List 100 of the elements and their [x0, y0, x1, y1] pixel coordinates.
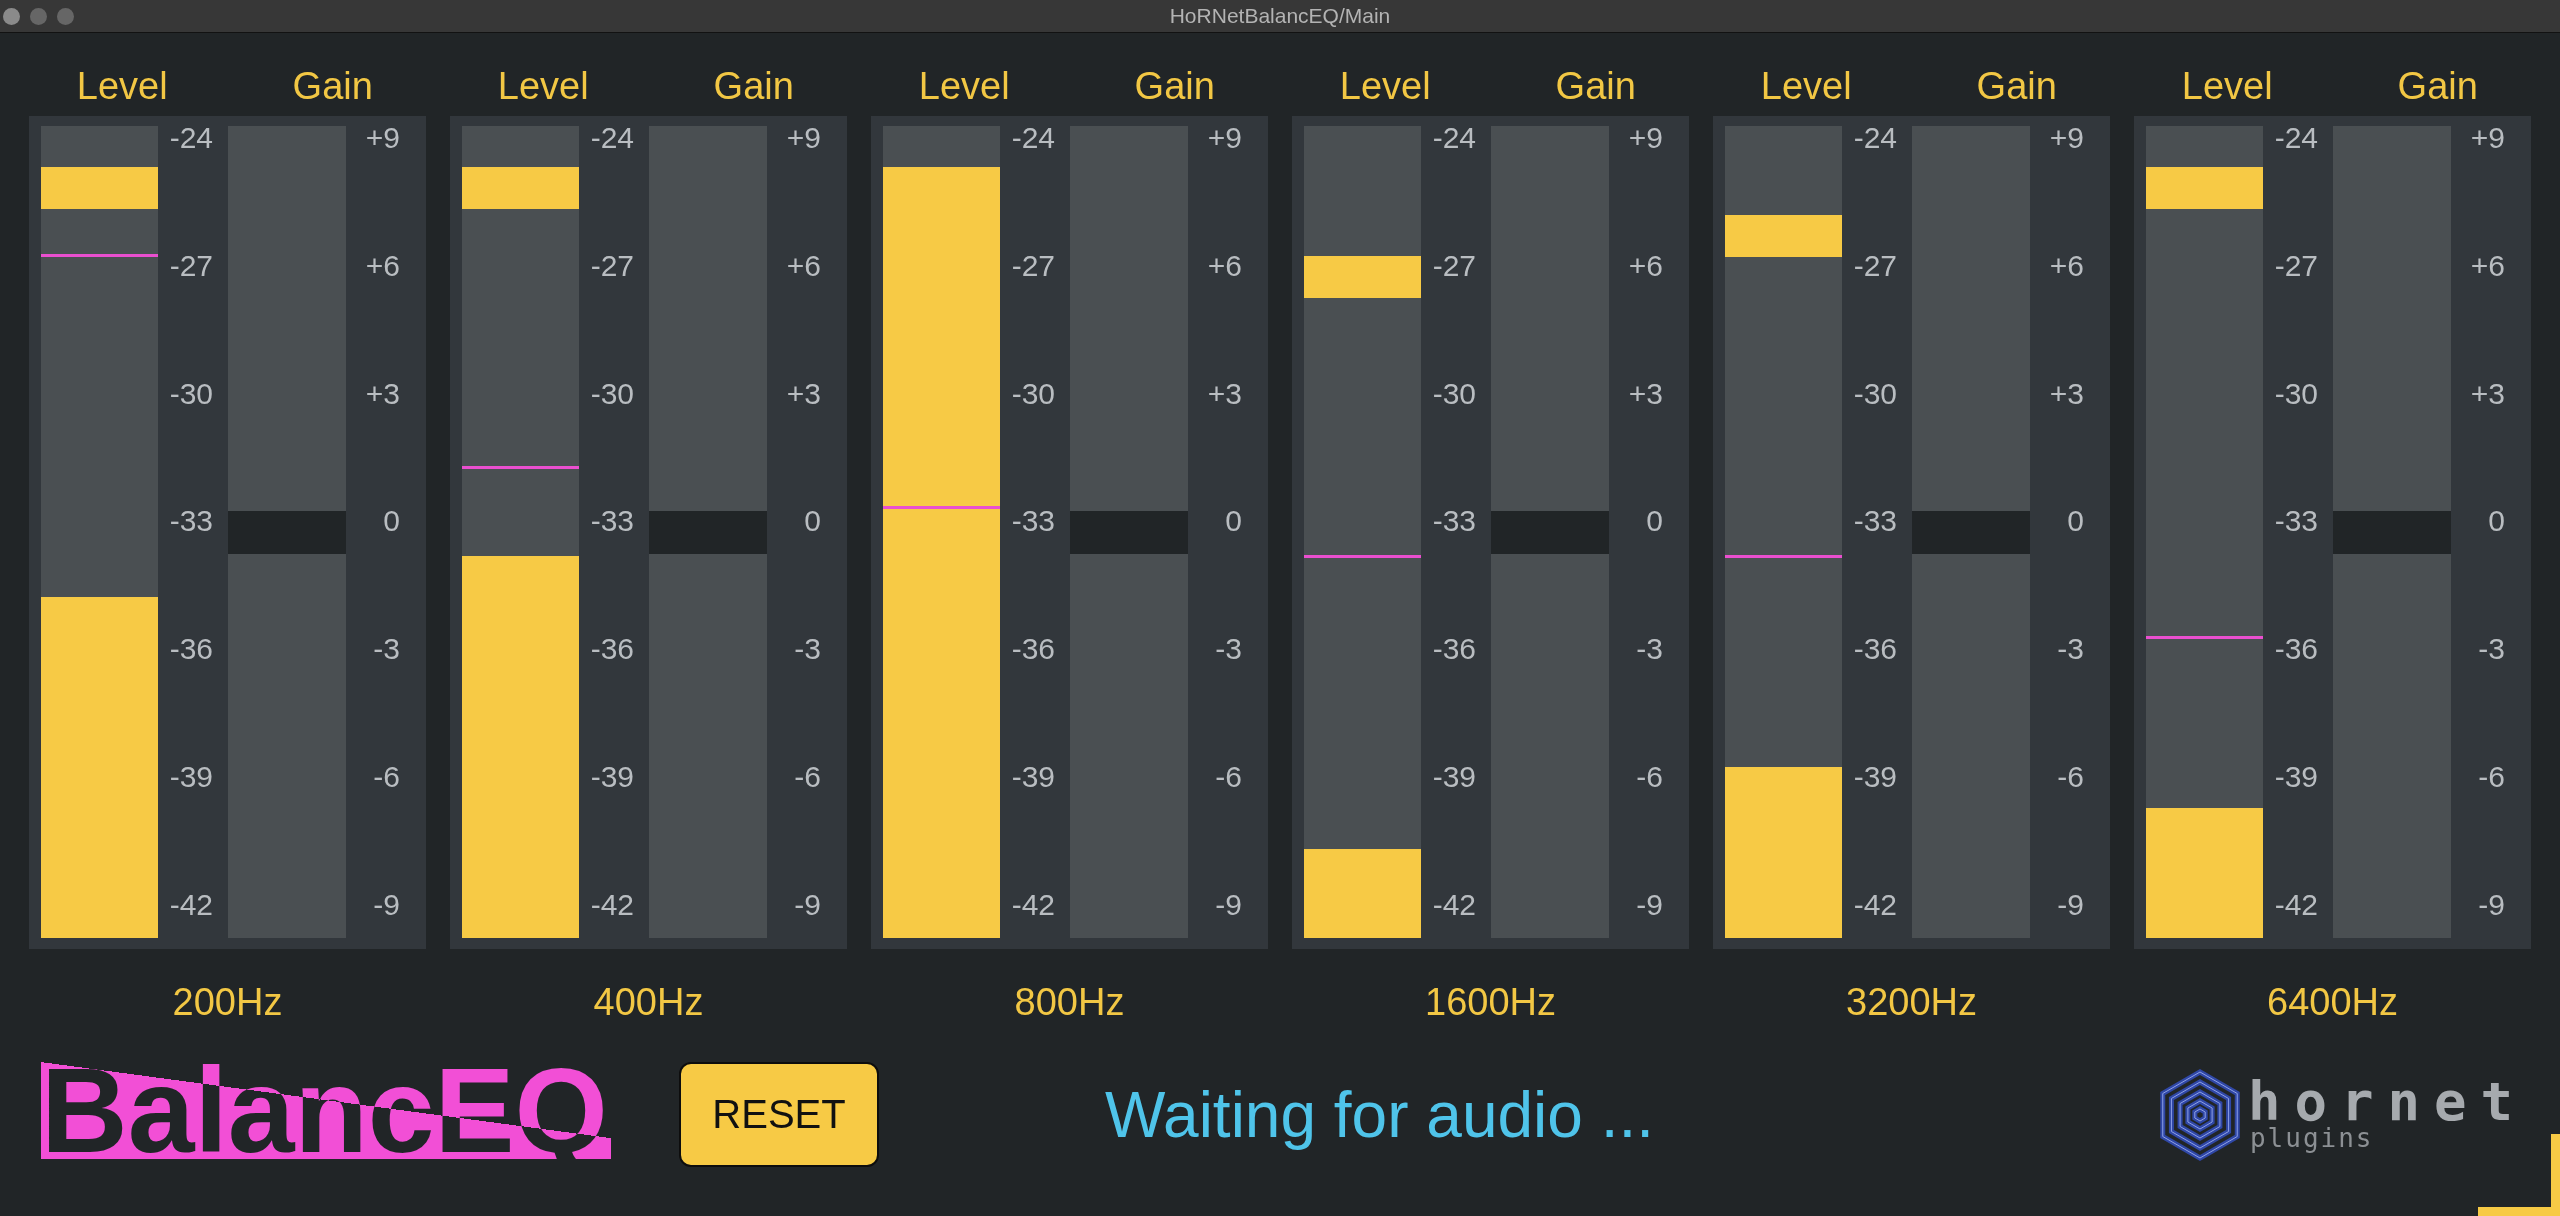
scale-label: -3 [794, 637, 821, 662]
column-heading: Gain [2397, 64, 2478, 109]
scale-label: -42 [1853, 892, 1897, 917]
scale-label: -36 [2274, 637, 2318, 662]
gain-slider-thumb[interactable] [1912, 510, 2030, 554]
scale-label: +6 [365, 253, 400, 278]
maximize-icon[interactable] [57, 7, 74, 25]
scale-label: -33 [590, 509, 634, 534]
scale-label: 0 [2488, 509, 2505, 534]
scale-label: -33 [2274, 509, 2318, 534]
scale-label: 0 [804, 509, 821, 534]
scale-label: 0 [2067, 509, 2084, 534]
gain-slider-thumb[interactable] [1491, 510, 1609, 554]
column-heading: Level [76, 64, 168, 109]
minimize-icon[interactable] [30, 7, 47, 25]
scale-label: -9 [373, 892, 400, 917]
gain-slider-thumb[interactable] [649, 510, 767, 554]
scale-label: -42 [2274, 892, 2318, 917]
scale-label: -39 [1432, 765, 1476, 790]
gain-slider-track[interactable] [1491, 126, 1609, 938]
scale-label: +3 [1207, 381, 1242, 406]
scale-label: -42 [590, 892, 634, 917]
scale-label: -3 [2478, 637, 2505, 662]
scale-label: -30 [590, 381, 634, 406]
reset-button[interactable]: RESET [679, 1062, 879, 1167]
gain-slider-track[interactable] [1070, 126, 1188, 938]
resize-grip-icon[interactable] [2478, 1134, 2560, 1216]
scale-label: -3 [2057, 637, 2084, 662]
frequency-label: 3200Hz [1846, 980, 1977, 1025]
window-title: HoRNetBalancEQ/Main [1169, 4, 1391, 28]
scale-label: -30 [1432, 381, 1476, 406]
frequency-label: 400Hz [593, 980, 704, 1025]
scale-label: 0 [383, 509, 400, 534]
column-heading: Gain [713, 64, 794, 109]
scale-label: +3 [1628, 381, 1663, 406]
scale-label: -6 [1215, 765, 1242, 790]
column-heading: Gain [1976, 64, 2057, 109]
column-heading: Gain [1134, 64, 1215, 109]
scale-label: -36 [1432, 637, 1476, 662]
wordmark-subtext: plugins [2249, 1124, 2374, 1151]
scale-label: -6 [2478, 765, 2505, 790]
column-heading: Level [2181, 64, 2273, 109]
column-heading: Level [1339, 64, 1431, 109]
scale-label: -36 [1011, 637, 1055, 662]
scale-label: +9 [786, 126, 821, 150]
gain-slider-thumb[interactable] [228, 510, 346, 554]
scale-label: -30 [169, 381, 213, 406]
scale-label: -27 [590, 253, 634, 278]
scale-label: -27 [1011, 253, 1055, 278]
scale-label: 0 [1646, 509, 1663, 534]
scale-label: +6 [2470, 253, 2505, 278]
scale-label: +3 [2049, 381, 2084, 406]
scale-label: -39 [1011, 765, 1055, 790]
scale-label: -27 [169, 253, 213, 278]
scale-label: +6 [2049, 253, 2084, 278]
scale-label: -6 [2057, 765, 2084, 790]
scale-label: -24 [1011, 126, 1055, 150]
scale-label: -24 [1853, 126, 1897, 150]
scale-label: -3 [373, 637, 400, 662]
hexagon-spiral-icon [2159, 1068, 2240, 1161]
scale-label: -36 [1853, 637, 1897, 662]
frequency-label: 1600Hz [1425, 980, 1556, 1025]
scale-label: -9 [2057, 892, 2084, 917]
scale-label: -30 [2274, 381, 2318, 406]
gain-slider-track[interactable] [228, 126, 346, 938]
scale-label: -39 [2274, 765, 2318, 790]
scale-label: -3 [1636, 637, 1663, 662]
scale-label: -33 [1011, 509, 1055, 534]
scale-label: +3 [365, 381, 400, 406]
frequency-label: 200Hz [172, 980, 283, 1025]
column-heading: Gain [292, 64, 373, 109]
scale-label: -27 [1432, 253, 1476, 278]
scale-label: +3 [2470, 381, 2505, 406]
scale-label: -33 [1432, 509, 1476, 534]
scale-label: -6 [794, 765, 821, 790]
scale-label: -30 [1011, 381, 1055, 406]
scale-label: -42 [1432, 892, 1476, 917]
scale-label: 0 [1225, 509, 1242, 534]
scale-label: +6 [1207, 253, 1242, 278]
scale-label: -27 [2274, 253, 2318, 278]
scale-label: -42 [169, 892, 213, 917]
scale-label: -27 [1853, 253, 1897, 278]
scale-label: +9 [1628, 126, 1663, 150]
close-icon[interactable] [3, 7, 20, 25]
gain-slider-thumb[interactable] [2333, 510, 2451, 554]
gain-slider-track[interactable] [2333, 126, 2451, 938]
scale-label: -6 [1636, 765, 1663, 790]
column-heading: Level [918, 64, 1010, 109]
scale-label: -24 [2274, 126, 2318, 150]
gain-slider-track[interactable] [649, 126, 767, 938]
gain-slider-thumb[interactable] [1070, 510, 1188, 554]
scale-label: -9 [1215, 892, 1242, 917]
status-message: Waiting for audio ... [1105, 1077, 1654, 1153]
scale-label: -24 [169, 126, 213, 150]
scale-label: +9 [365, 126, 400, 150]
scale-label: +6 [1628, 253, 1663, 278]
frequency-label: 800Hz [1014, 980, 1125, 1025]
gain-slider-track[interactable] [1912, 126, 2030, 938]
scale-label: -24 [590, 126, 634, 150]
column-heading: Level [1760, 64, 1852, 109]
